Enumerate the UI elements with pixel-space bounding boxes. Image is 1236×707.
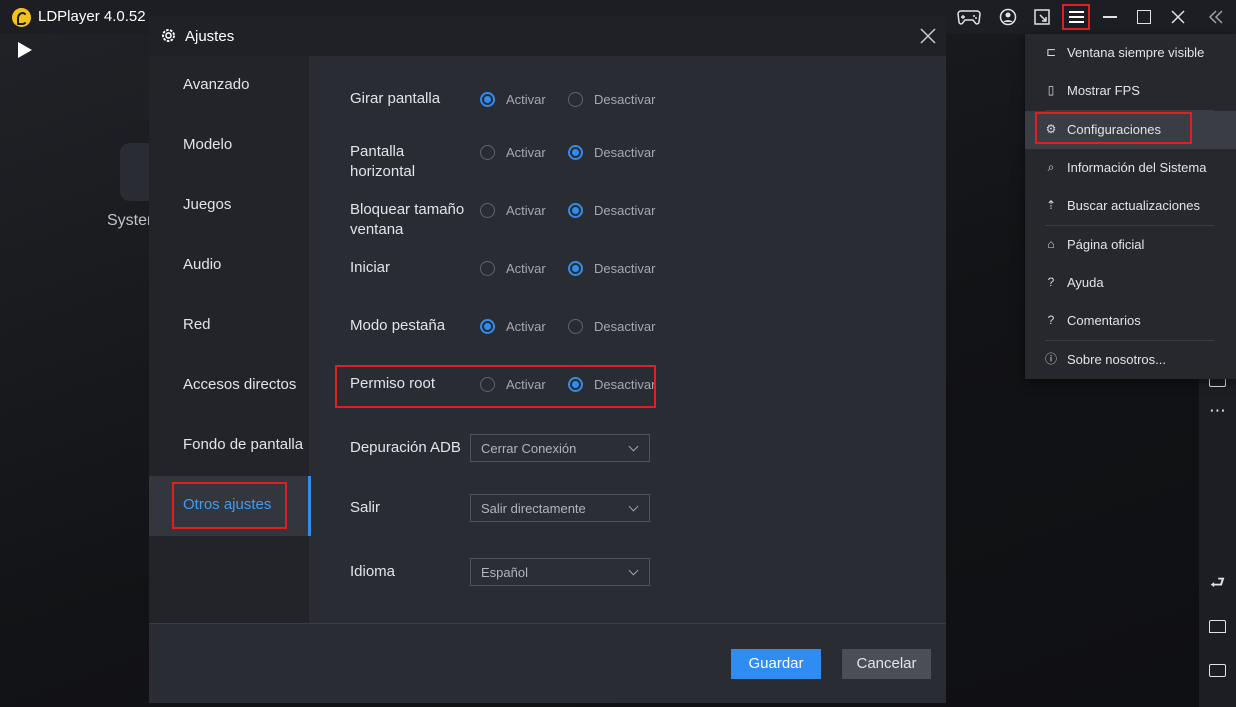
info-icon: ⓘ [1045, 352, 1058, 366]
nav-item-audio[interactable]: Audio [149, 236, 309, 296]
menu-item-configuraciones[interactable]: ⚙ Configuraciones [1025, 111, 1236, 149]
radio-activar[interactable] [480, 145, 495, 160]
radio-desactivar[interactable] [568, 92, 583, 107]
adb-select[interactable]: Cerrar Conexión [470, 434, 650, 462]
radio-desactivar[interactable] [568, 377, 583, 392]
hamburger-icon [1068, 16, 1084, 18]
chevron-down-icon [628, 565, 639, 576]
menu-item-buscar-actualizaciones[interactable]: ⇡ Buscar actualizaciones [1025, 187, 1236, 225]
footer-divider [149, 623, 946, 624]
menu-item-ventana-siempre-visible[interactable]: ⊏ Ventana siempre visible [1025, 34, 1236, 72]
fps-icon: ▯ [1047, 83, 1055, 97]
chevron-down-icon [628, 501, 639, 512]
menu-item-comentarios[interactable]: ? Comentarios [1025, 302, 1236, 340]
more-icon[interactable]: ⋯ [1209, 402, 1226, 419]
radio-activar[interactable] [480, 377, 495, 392]
close-window-icon[interactable] [1164, 4, 1192, 30]
menu-button[interactable] [1062, 4, 1090, 30]
nav-item-accesos-directos[interactable]: Accesos directos [149, 356, 309, 416]
collapse-sidebar-icon[interactable] [1202, 4, 1230, 30]
back-icon[interactable]: ⮐ [1209, 574, 1226, 591]
nav-item-otros-ajustes[interactable]: Otros ajustes [149, 476, 311, 536]
cancel-button[interactable]: Cancelar [842, 649, 931, 679]
recent-apps-icon[interactable] [1209, 664, 1226, 677]
gamepad-icon[interactable] [955, 4, 983, 30]
radio-activar[interactable] [480, 319, 495, 334]
settings-dialog: Ajustes Avanzado Modelo Juegos Audio Red… [149, 16, 946, 703]
dialog-title: Ajustes [185, 28, 235, 45]
home-icon[interactable] [1209, 620, 1226, 633]
nav-item-red[interactable]: Red [149, 296, 309, 356]
minimize-icon[interactable] [1096, 4, 1124, 30]
gear-icon [162, 29, 175, 42]
save-button[interactable]: Guardar [731, 649, 821, 679]
radio-desactivar[interactable] [568, 145, 583, 160]
app-title: LDPlayer 4.0.52 [38, 8, 146, 25]
search-icon: ⌕ [1047, 160, 1055, 174]
radio-activar[interactable] [480, 92, 495, 107]
pin-icon: ⊏ [1045, 45, 1057, 59]
shrink-window-icon[interactable] [1028, 4, 1056, 30]
exit-select[interactable]: Salir directamente [470, 494, 650, 522]
nav-item-fondo-de-pantalla[interactable]: Fondo de pantalla [149, 416, 309, 476]
system-app-label: Syster [107, 212, 153, 229]
chevron-down-icon [628, 441, 639, 452]
close-dialog-icon[interactable] [919, 27, 937, 45]
language-select[interactable]: Español [470, 558, 650, 586]
feedback-icon: ? [1047, 313, 1055, 327]
radio-activar[interactable] [480, 203, 495, 218]
home-icon: ⌂ [1047, 237, 1055, 251]
upload-icon: ⇡ [1045, 198, 1057, 212]
nav-item-juegos[interactable]: Juegos [149, 176, 309, 236]
radio-desactivar[interactable] [568, 319, 583, 334]
menu-item-pagina-oficial[interactable]: ⌂ Página oficial [1025, 226, 1236, 264]
account-icon[interactable] [994, 4, 1022, 30]
play-store-icon[interactable] [18, 42, 32, 58]
maximize-icon[interactable] [1130, 4, 1158, 30]
radio-desactivar[interactable] [568, 261, 583, 276]
settings-nav: Avanzado Modelo Juegos Audio Red Accesos… [149, 56, 311, 623]
dialog-header: Ajustes [149, 16, 946, 56]
gear-icon: ⚙ [1045, 122, 1057, 136]
radio-activar[interactable] [480, 261, 495, 276]
help-icon: ? [1047, 275, 1055, 289]
radio-desactivar[interactable] [568, 203, 583, 218]
ldplayer-logo-icon [12, 8, 31, 27]
main-menu: ⊏ Ventana siempre visible ▯ Mostrar FPS … [1025, 34, 1236, 379]
menu-item-mostrar-fps[interactable]: ▯ Mostrar FPS [1025, 72, 1236, 110]
menu-item-ayuda[interactable]: ? Ayuda [1025, 264, 1236, 302]
nav-item-modelo[interactable]: Modelo [149, 116, 309, 176]
menu-item-informacion-del-sistema[interactable]: ⌕ Información del Sistema [1025, 149, 1236, 187]
menu-item-sobre-nosotros[interactable]: ⓘ Sobre nosotros... [1025, 341, 1236, 379]
nav-item-avanzado[interactable]: Avanzado [149, 56, 309, 116]
